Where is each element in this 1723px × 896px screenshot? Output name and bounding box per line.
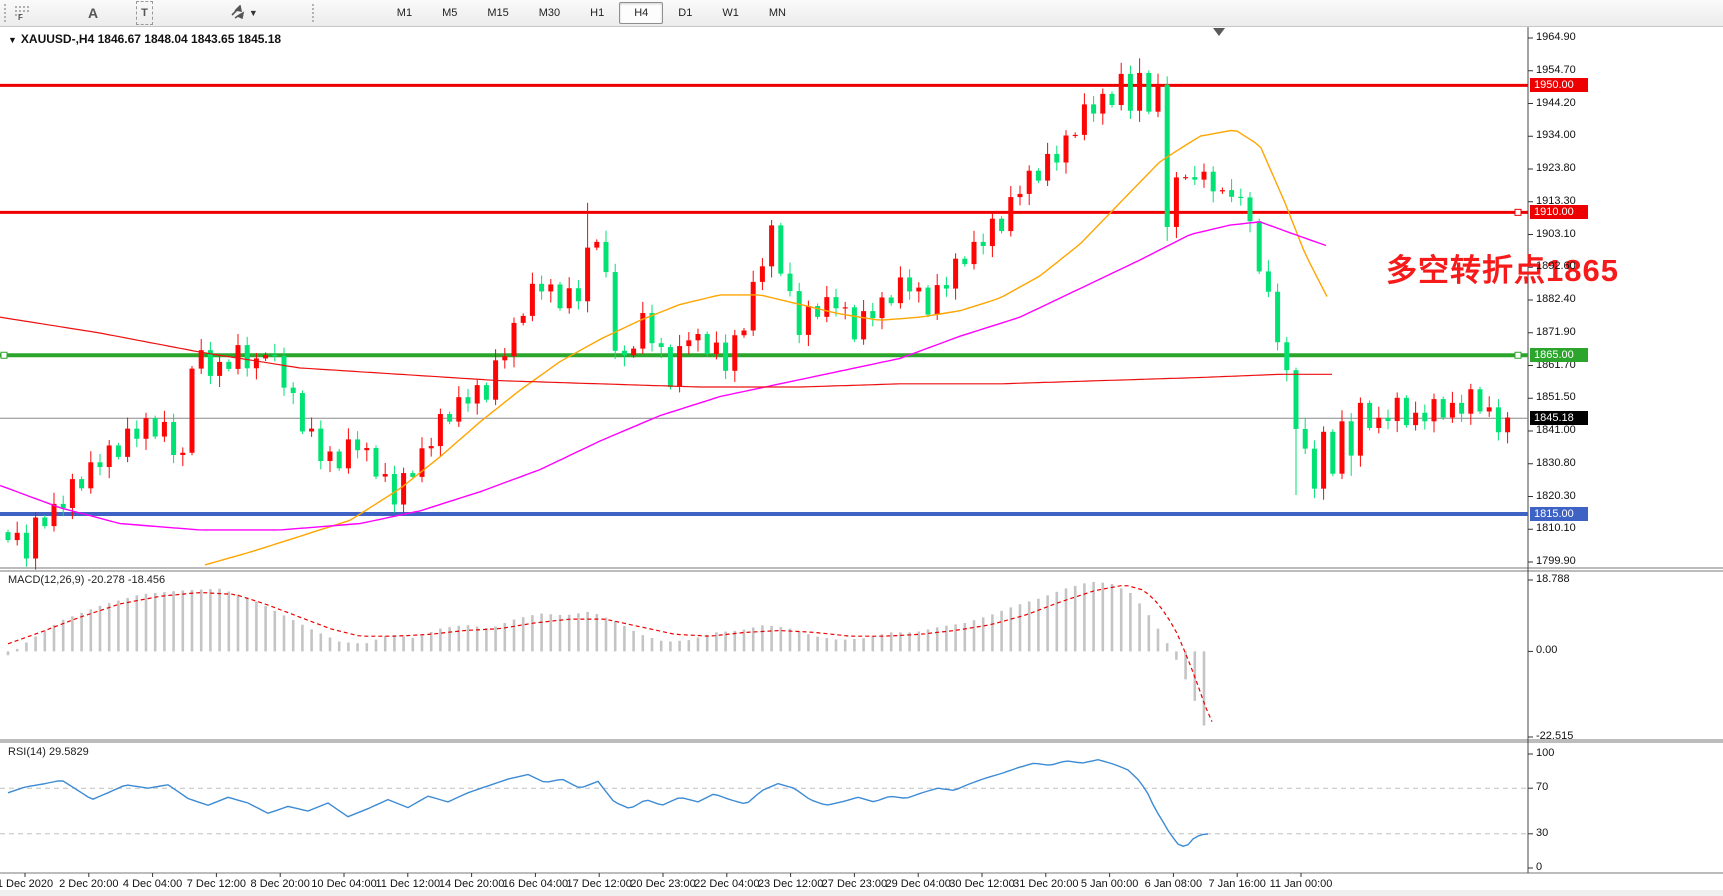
price-level-badge: 1815.00 [1530,507,1588,521]
price-tick-label: 1841.00 [1536,424,1576,436]
chart-canvas[interactable]: ▼XAUUSD-,H4 1846.67 1848.04 1843.65 1845… [0,27,1723,896]
timeframe-w1[interactable]: W1 [707,2,754,24]
bottom-strip [0,890,1723,896]
price-tick-label: 1892.60 [1536,260,1576,272]
arrow-objects-icon[interactable] [229,3,245,23]
price-tick-label: 1799.90 [1536,555,1576,567]
price-level-badge: 1910.00 [1530,205,1588,219]
svg-text:F: F [18,13,23,21]
timeframe-m1[interactable]: M1 [382,2,427,24]
chart-shift-marker-icon[interactable] [1213,28,1225,36]
price-tick-label: 1944.20 [1536,97,1576,109]
price-tick-label: 1810.10 [1536,522,1576,534]
time-tick-label: 7 Dec 12:00 [187,878,246,890]
time-tick-label: 8 Dec 20:00 [251,878,310,890]
price-level-badge: 1865.00 [1530,348,1588,362]
time-tick-label: 29 Dec 04:00 [885,878,950,890]
time-tick-label: 16 Dec 04:00 [503,878,568,890]
time-tick-label: 14 Dec 20:00 [439,878,504,890]
time-tick-label: 4 Dec 04:00 [123,878,182,890]
price-tick-label: 1923.80 [1536,162,1576,174]
time-tick-label: 7 Jan 16:00 [1208,878,1266,890]
timeframe-mn[interactable]: MN [754,2,801,24]
time-tick-label: 31 Dec 20:00 [1013,878,1078,890]
timeframe-d1[interactable]: D1 [663,2,707,24]
time-tick-label: 17 Dec 12:00 [566,878,631,890]
time-tick-label: 10 Dec 04:00 [311,878,376,890]
price-tick-label: 1882.40 [1536,293,1576,305]
rsi-indicator-label: RSI(14) 29.5829 [8,746,89,758]
time-tick-label: 11 Dec 12:00 [375,878,440,890]
chart-drawing [0,27,1723,896]
text-label-tool-icon[interactable]: A [88,3,98,23]
time-tick-label: 1 Dec 2020 [0,878,53,890]
time-tick-label: 27 Dec 23:00 [822,878,887,890]
rsi-tick-label: 0 [1536,861,1542,873]
price-tick-label: 1820.30 [1536,490,1576,502]
timeframe-h4[interactable]: H4 [619,2,663,24]
time-tick-label: 2 Dec 20:00 [59,878,118,890]
chevron-down-icon[interactable]: ▼ [249,3,258,23]
timeframe-h1[interactable]: H1 [575,2,619,24]
time-tick-label: 20 Dec 23:00 [630,878,695,890]
time-tick-label: 6 Jan 08:00 [1145,878,1203,890]
price-tick-label: 1903.10 [1536,228,1576,240]
macd-tick-label: 0.00 [1536,644,1557,656]
macd-indicator-label: MACD(12,26,9) -20.278 -18.456 [8,574,165,586]
timeframe-m15[interactable]: M15 [472,2,523,24]
current-price-badge: 1845.18 [1530,411,1588,425]
macd-tick-label: -22.515 [1536,730,1573,742]
price-tick-label: 1934.00 [1536,129,1576,141]
timeframe-m5[interactable]: M5 [427,2,472,24]
collapse-triangle-icon[interactable]: ▼ [8,35,17,45]
price-level-badge: 1950.00 [1530,78,1588,92]
toolbar-grip [312,4,320,22]
price-tick-label: 1871.90 [1536,326,1576,338]
price-tick-label: 1851.50 [1536,391,1576,403]
grid-properties-icon[interactable]: F [14,3,32,23]
toolbar: F A T ▼ M1 M5 M15 M30 H1 H4 D1 W1 MN [0,0,1723,27]
toolbar-grip [4,4,12,22]
timeframe-group: M1 M5 M15 M30 H1 H4 D1 W1 MN [382,2,801,24]
time-tick-label: 30 Dec 12:00 [949,878,1014,890]
time-tick-label: 5 Jan 00:00 [1081,878,1139,890]
time-tick-label: 23 Dec 12:00 [758,878,823,890]
price-axis[interactable] [1529,27,1723,873]
macd-tick-label: 18.788 [1536,573,1570,585]
price-tick-label: 1964.90 [1536,31,1576,43]
text-box-tool-icon[interactable]: T [136,1,153,25]
chart-title: ▼XAUUSD-,H4 1846.67 1848.04 1843.65 1845… [8,32,281,46]
price-tick-label: 1830.80 [1536,457,1576,469]
rsi-tick-label: 70 [1536,781,1548,793]
time-tick-label: 11 Jan 00:00 [1270,878,1333,890]
time-tick-label: 22 Dec 04:00 [694,878,759,890]
rsi-tick-label: 30 [1536,827,1548,839]
price-tick-label: 1954.70 [1536,64,1576,76]
timeframe-m30[interactable]: M30 [524,2,575,24]
rsi-tick-label: 100 [1536,747,1554,759]
